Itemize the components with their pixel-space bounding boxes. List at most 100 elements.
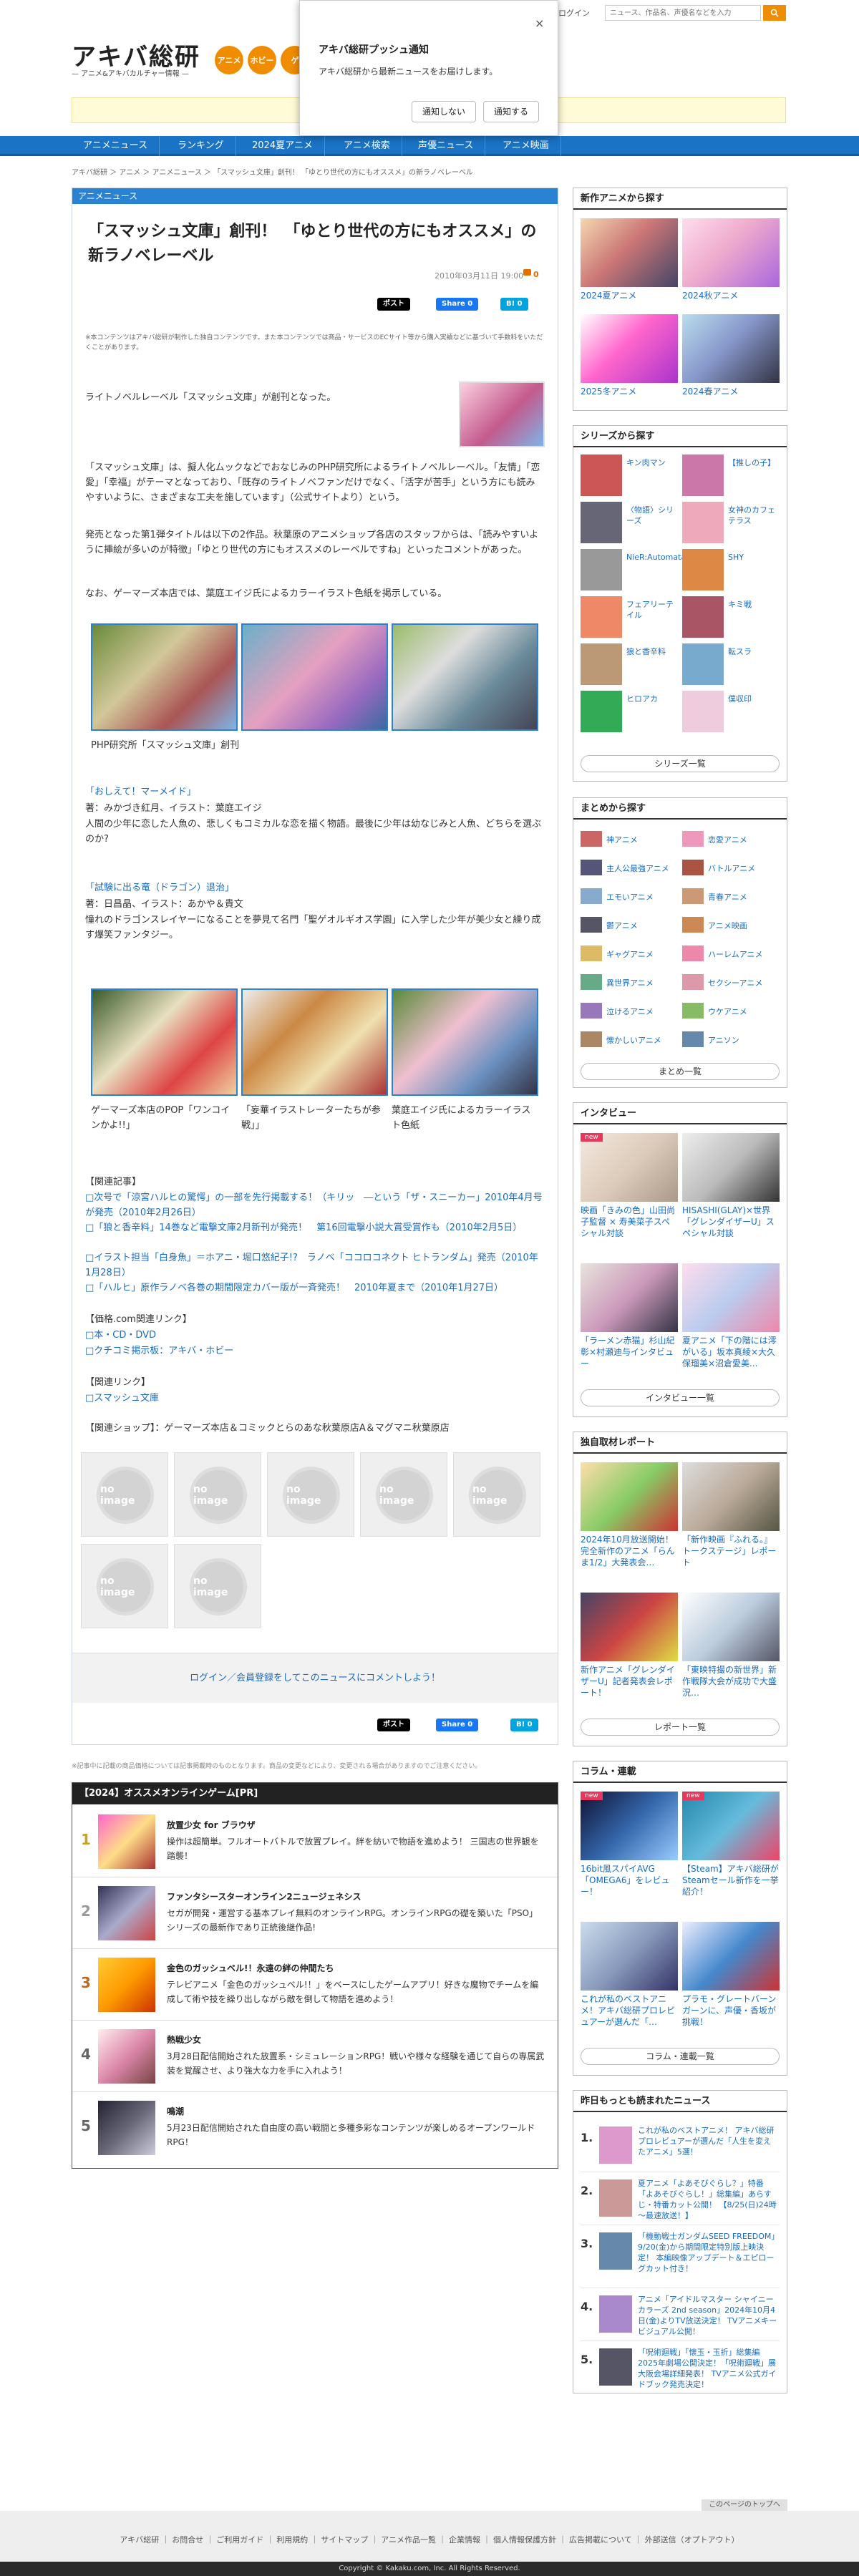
pop-photo-1[interactable] [91,988,238,1096]
most-read-item[interactable]: 4. アニメ「アイドルマスター シャイニーカラーズ 2nd season」2024… [581,2288,780,2341]
comment-login-cta[interactable]: ログイン／会員登録をしてこのニュースにコメントしよう！ [72,1653,558,1703]
search-button[interactable] [763,5,786,21]
game-thumbnail[interactable] [98,2101,155,2155]
related-link[interactable]: □スマッシュ文庫 [85,1391,543,1406]
game-thumbnail[interactable] [98,1958,155,2012]
login-link[interactable]: ログイン [558,7,590,19]
product-thumb[interactable]: no image [81,1544,168,1628]
matome-item[interactable]: 鬱アニメ [581,917,681,933]
book1-title[interactable]: 「おしえて！マーメイド」 [85,784,196,797]
comment-count[interactable]: 0 [533,270,539,279]
cover-image[interactable] [459,381,545,447]
game-row[interactable]: 4 熱戦少女 3月28日配信開始された放置系・シミュレーションRPG！戦いや様々… [72,2021,558,2092]
series-item[interactable]: キミ戦 [682,596,782,639]
series-item[interactable]: ヒロアカ [581,691,681,734]
series-item[interactable]: 〈物語〉シリーズ [581,502,681,545]
shop-photo-1[interactable] [91,623,238,731]
price-link[interactable]: □本・CD・DVD [85,1328,543,1343]
game-name[interactable]: 金色のガッシュベル!！永遠の絆の仲間たち [167,1962,334,1974]
product-thumb[interactable]: no image [81,1452,168,1537]
matome-item[interactable]: ハーレムアニメ [682,946,782,961]
game-name[interactable]: 熱戦少女 [167,2033,201,2046]
game-thumbnail[interactable] [98,1814,155,1869]
matome-item[interactable]: 主人公最強アニメ [581,860,681,875]
x-post-button[interactable]: ポスト [377,298,410,311]
series-item[interactable]: フェアリーテイル [581,596,681,639]
deny-button[interactable]: 通知しない [412,101,477,122]
series-item[interactable]: 【推しの子】 [682,455,782,497]
report-more-button[interactable]: レポート一覧 [581,1719,780,1736]
matome-item[interactable]: 泣けるアニメ [581,1003,681,1019]
matome-item[interactable]: 恋愛アニメ [682,831,782,847]
comment-icon[interactable] [523,269,531,276]
matome-item[interactable]: アニメ映画 [682,917,782,933]
series-item[interactable]: NieR:Automata [581,549,686,592]
related-article-link[interactable]: □「狼と香辛料」14巻など電撃文庫2月新刊が発売！ 第16回電撃小説大賞受賞作も… [85,1220,543,1235]
related-article-link[interactable]: □「ハルヒ」原作ラノベ各巻の期間限定カバー版が一斉発売！ 2010年夏まで（20… [85,1280,543,1296]
game-name[interactable]: 鳴潮 [167,2105,184,2117]
nav-item-summer-anime[interactable]: 2024夏アニメ [241,136,325,156]
game-row[interactable]: 5 鳴潮 5月23日配信開始された自由度の高い戦闘と多種多彩なコンテンツが楽しめ… [72,2092,558,2164]
price-link[interactable]: □クチコミ掲示板：アキバ・ホビー [85,1343,543,1359]
facebook-share-button[interactable]: Share 0 [436,298,479,311]
book2-title[interactable]: 「試験に出る竜（ドラゴン）退治」 [85,880,234,893]
shop-photo-2[interactable] [241,623,388,731]
product-thumb[interactable]: no image [267,1452,354,1537]
close-icon[interactable]: × [535,16,544,30]
x-post-button[interactable]: ポスト [377,1719,410,1731]
related-article-link[interactable]: □イラスト担当「白身魚」＝ホアニ・堀口悠紀子!? ラノベ「ココロコネクト ヒトラ… [85,1250,543,1280]
matome-item[interactable]: ウケアニメ [682,1003,782,1019]
game-row[interactable]: 3 金色のガッシュベル!！永遠の絆の仲間たち テレビアニメ「金色のガッシュベル!… [72,1949,558,2021]
series-more-button[interactable]: シリーズ一覧 [581,755,780,772]
product-thumb[interactable]: no image [174,1544,261,1628]
series-item[interactable]: 転スラ [682,643,782,686]
search-input[interactable] [605,5,761,21]
most-read-item[interactable]: 1. これが私のベストアニメ！ アキバ総研プロレビュアーが選んだ「人生を変えたアニ… [581,2119,780,2172]
matome-item[interactable]: 青春アニメ [682,888,782,904]
page-top-button[interactable]: このページのトップへ [702,2499,787,2511]
matome-item[interactable]: セクシーアニメ [682,974,782,990]
footer-links[interactable]: アキバ総研 ｜ お問合せ ｜ ご利用ガイド ｜ 利用規約 ｜ サイトマップ ｜ … [0,2534,859,2545]
matome-item[interactable]: アニソン [682,1031,782,1047]
pop-photo-3[interactable] [392,988,538,1096]
nav-item-anime-search[interactable]: アニメ検索 [332,136,402,156]
column-more-button[interactable]: コラム・連載一覧 [581,2048,780,2065]
nav-item-anime-news[interactable]: アニメニュース [72,136,160,156]
matome-more-button[interactable]: まとめ一覧 [581,1063,780,1080]
category-bubble-anime[interactable]: アニメ [215,46,243,74]
pop-photo-2[interactable] [241,988,388,1096]
nav-item-voice-actor-news[interactable]: 声優ニュース [407,136,486,156]
nav-item-anime-movie[interactable]: アニメ映画 [491,136,561,156]
game-name[interactable]: 放置少女 for ブラウザ [167,1819,256,1831]
series-item[interactable]: 狼と香辛料 [581,643,681,686]
product-thumb[interactable]: no image [174,1452,261,1537]
shop-photo-3[interactable] [392,623,538,731]
related-article-link[interactable]: □次号で「涼宮ハルヒの驚愕」の一部を先行掲載する！（キリッ ―という「ザ・スニー… [85,1190,543,1220]
category-bubble-hobby[interactable]: ホビー [248,46,276,74]
most-read-item[interactable]: 5. 「呪術廻戦」「懐玉・玉折」総集編 2025年劇場公開決定！「呪術廻戦」展 大… [581,2341,780,2394]
facebook-share-button[interactable]: Share 0 [436,1719,479,1731]
matome-item[interactable]: ギャグアニメ [581,946,681,961]
series-item[interactable]: 女神のカフェテラス [682,502,782,545]
most-read-item[interactable]: 2. 夏アニメ「よあそびぐらし？」特番「よあそびぐらし！」総集編」あらすじ・特番カ… [581,2172,780,2225]
game-thumbnail[interactable] [98,1886,155,1940]
matome-item[interactable]: バトルアニメ [682,860,782,875]
nav-item-ranking[interactable]: ランキング [166,136,236,156]
breadcrumb[interactable]: アキバ総研 ＞ アニメ ＞ アニメニュース ＞ 「スマッシュ文庫」創刊！ 「ゆと… [72,166,473,177]
game-thumbnail[interactable] [98,2029,155,2084]
matome-item[interactable]: エモいアニメ [581,888,681,904]
game-row[interactable]: 2 ファンタシースターオンライン2ニュージェネシス セガが開発・運営する基本プレ… [72,1877,558,1949]
hatena-bookmark-button[interactable]: B! 0 [510,1719,538,1731]
matome-item[interactable]: 神アニメ [581,831,681,847]
matome-item[interactable]: 異世界アニメ [581,974,681,990]
series-item[interactable]: キン肉マン [581,455,681,497]
series-item[interactable]: 僕収印 [682,691,782,734]
interview-more-button[interactable]: インタビュー一覧 [581,1389,780,1406]
game-name[interactable]: ファンタシースターオンライン2ニュージェネシス [167,1890,361,1902]
matome-item[interactable]: 懐かしいアニメ [581,1031,681,1047]
product-thumb[interactable]: no image [453,1452,540,1537]
most-read-item[interactable]: 3. 「機動戦士ガンダムSEED FREEDOM」9/20(金)から期間限定特別版… [581,2225,780,2288]
series-item[interactable]: SHY [682,549,782,592]
hatena-bookmark-button[interactable]: B! 0 [500,298,528,311]
game-row[interactable]: 1 放置少女 for ブラウザ 操作は超簡単。フルオートバトルで放置プレイ。絆を… [72,1806,558,1877]
